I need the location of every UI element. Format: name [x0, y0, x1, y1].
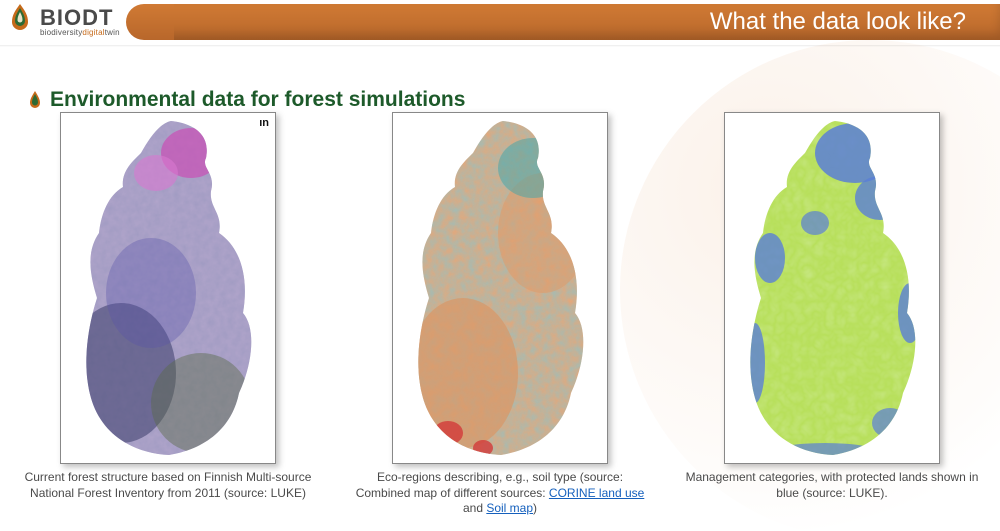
map2-caption: Eco-regions describing, e.g., soil type … [350, 470, 650, 517]
flame-leaf-icon [6, 2, 34, 41]
logo-subtitle: biodiversitydigitaltwin [40, 29, 120, 37]
link-soil-map[interactable]: Soil map [486, 501, 533, 515]
header-divider [0, 45, 1000, 47]
map1-caption: Current forest structure based on Finnis… [18, 470, 318, 501]
map-management-categories [724, 112, 940, 464]
map3-caption: Management categories, with protected la… [682, 470, 982, 501]
logo: BIODT biodiversitydigitaltwin [6, 2, 120, 41]
title-bar: What the data look like? [150, 4, 1000, 40]
section-heading-text: Environmental data for forest simulation… [50, 88, 465, 112]
map-forest-structure: ın [60, 112, 276, 464]
map-column-2: Eco-regions describing, e.g., soil type … [350, 112, 650, 517]
slide-header: BIODT biodiversitydigitaltwin What the d… [0, 0, 1000, 42]
bullet-flame-icon [28, 91, 42, 109]
slide-title: What the data look like? [710, 8, 966, 36]
map-column-1: ın Current forest structure based on Fin… [18, 112, 318, 517]
link-corine[interactable]: CORINE land use [549, 486, 644, 500]
map-column-3: Management categories, with protected la… [682, 112, 982, 517]
map-eco-regions [392, 112, 608, 464]
section-heading: Environmental data for forest simulation… [28, 88, 465, 112]
maps-row: ın Current forest structure based on Fin… [18, 112, 982, 517]
logo-title: BIODT [40, 7, 120, 29]
